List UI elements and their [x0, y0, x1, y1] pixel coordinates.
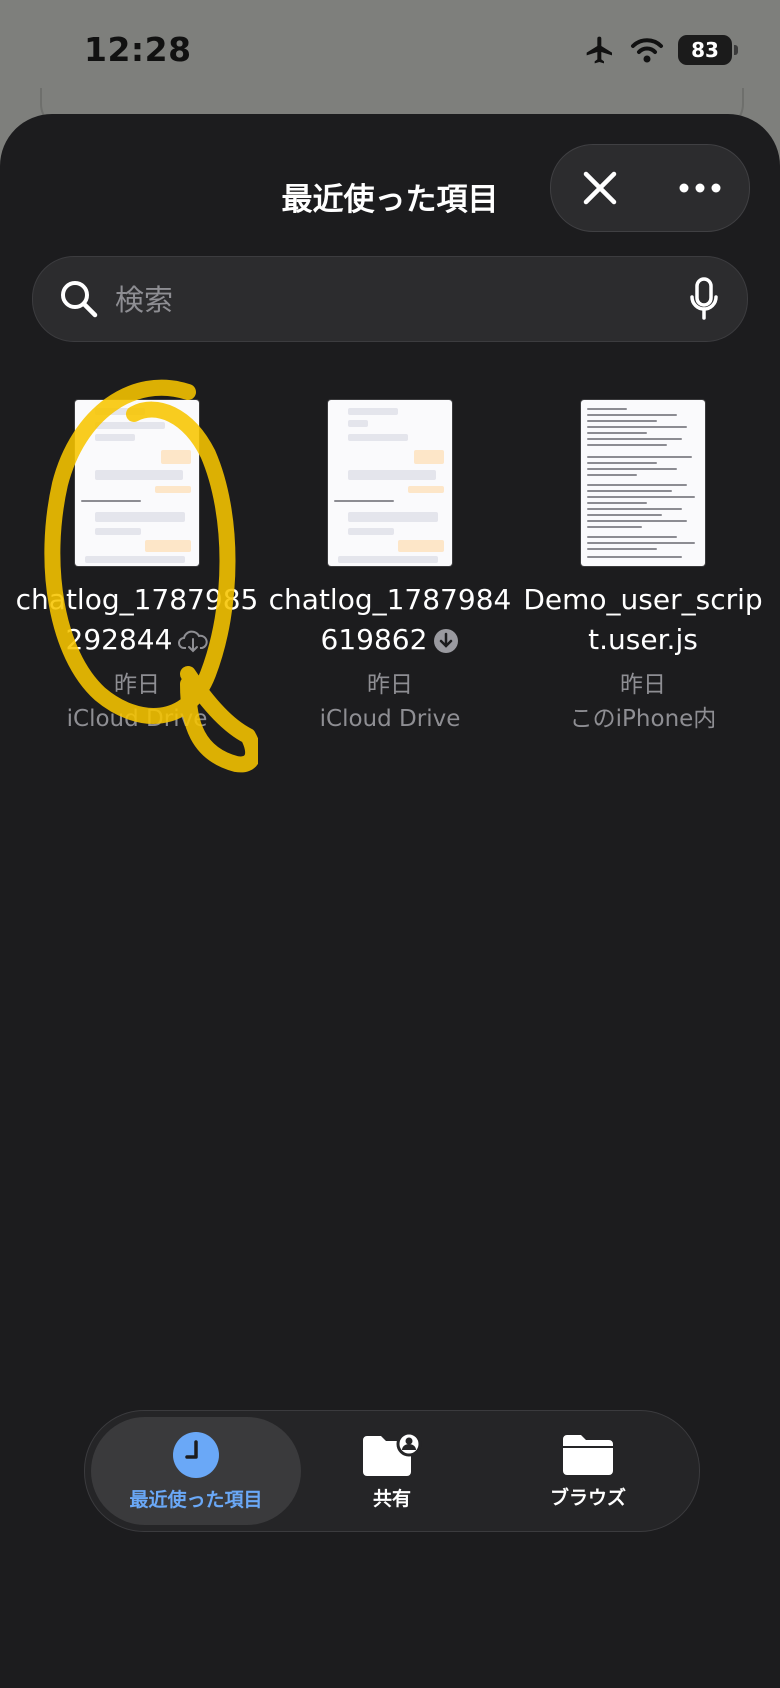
downloading-icon [434, 629, 459, 653]
tab-browse[interactable]: ブラウズ [483, 1417, 693, 1525]
folder-icon [563, 1434, 613, 1475]
file-thumbnail [328, 400, 452, 566]
status-bar: 12:28 83 [0, 0, 780, 130]
search-bar[interactable] [32, 256, 748, 343]
clock-icon [173, 1431, 219, 1478]
sheet-actions [550, 144, 750, 232]
icloud-download-icon[interactable] [178, 629, 209, 653]
file-item[interactable]: chatlog_1787985292844 昨日 iCloud Drive [12, 400, 262, 736]
close-button[interactable] [551, 145, 649, 231]
battery-level: 83 [691, 38, 719, 62]
more-button[interactable] [651, 145, 749, 231]
file-name: chatlog_1787984619862 [268, 583, 512, 656]
file-location: このiPhone内 [569, 706, 717, 732]
more-icon [679, 183, 721, 193]
tab-recents[interactable]: 最近使った項目 [91, 1417, 301, 1525]
wifi-icon [631, 38, 663, 63]
tab-label: 最近使った項目 [129, 1488, 263, 1511]
file-location: iCloud Drive [319, 706, 461, 732]
search-icon [61, 281, 98, 318]
file-thumbnail [581, 400, 705, 566]
file-date: 昨日 [620, 672, 666, 698]
file-item[interactable]: chatlog_1787984619862 昨日 iCloud Drive [265, 400, 515, 736]
shared-folder-icon [363, 1431, 422, 1476]
file-date: 昨日 [367, 672, 413, 698]
microphone-icon[interactable] [689, 277, 719, 321]
file-date: 昨日 [114, 672, 160, 698]
tab-shared[interactable]: 共有 [287, 1417, 497, 1525]
status-icons: 83 [584, 34, 738, 66]
file-thumbnail [75, 400, 199, 566]
close-icon [583, 171, 617, 205]
tab-label: ブラウズ [549, 1486, 626, 1509]
tab-bar: 最近使った項目 共有 ブラウズ [84, 1410, 700, 1532]
file-name: Demo_user_script.user.js [523, 583, 763, 656]
file-item[interactable]: Demo_user_script.user.js 昨日 このiPhone内 [518, 400, 768, 736]
status-time: 12:28 [84, 30, 192, 69]
airplane-icon [586, 36, 612, 64]
file-location: iCloud Drive [66, 706, 208, 732]
tab-label: 共有 [372, 1487, 411, 1510]
battery-icon: 83 [678, 35, 738, 65]
search-input[interactable] [113, 257, 677, 343]
file-name: chatlog_1787985292844 [15, 583, 259, 656]
